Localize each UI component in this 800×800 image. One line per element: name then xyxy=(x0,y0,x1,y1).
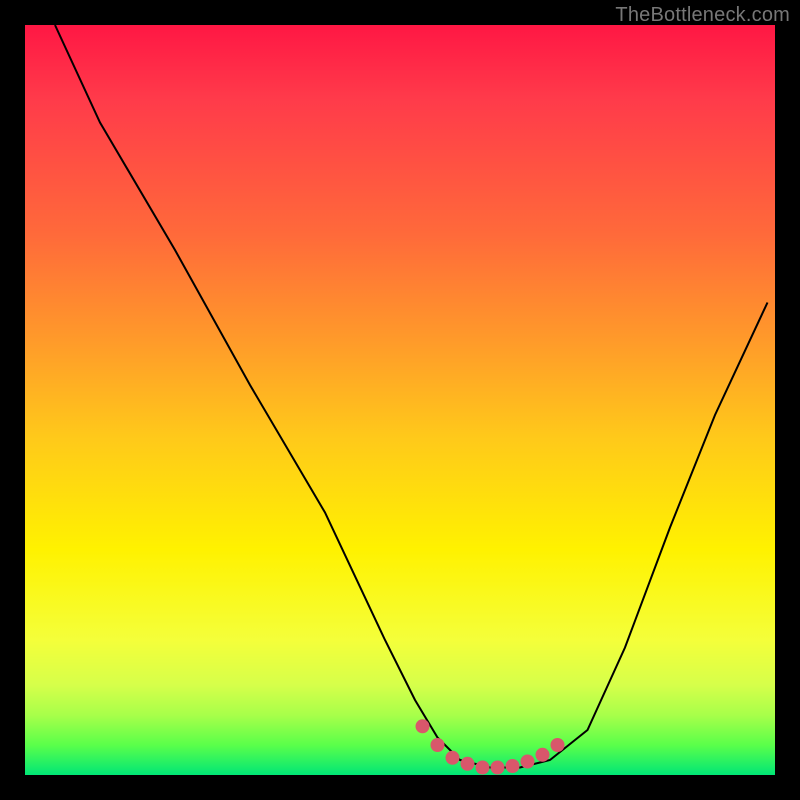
marker-dot xyxy=(491,761,505,775)
marker-dot xyxy=(551,738,565,752)
marker-dot xyxy=(536,748,550,762)
marker-dot xyxy=(416,719,430,733)
optimal-zone-dots xyxy=(416,719,565,774)
marker-dot xyxy=(521,755,535,769)
bottleneck-curve xyxy=(55,25,768,768)
watermark-text: TheBottleneck.com xyxy=(615,4,790,27)
chart-overlay xyxy=(25,25,775,775)
marker-dot xyxy=(461,757,475,771)
chart-canvas: TheBottleneck.com xyxy=(0,0,800,800)
marker-dot xyxy=(431,738,445,752)
marker-dot xyxy=(446,751,460,765)
marker-dot xyxy=(476,761,490,775)
marker-dot xyxy=(506,759,520,773)
